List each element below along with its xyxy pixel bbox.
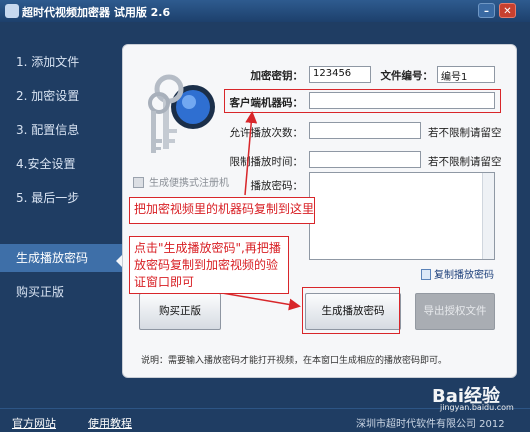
sidebar-item-add-files[interactable]: 1. 添加文件: [0, 48, 122, 76]
time-limit-note: 若不限制请留空: [428, 156, 502, 168]
play-count-note: 若不限制请留空: [428, 127, 502, 139]
sidebar-item-generate-password[interactable]: 生成播放密码: [0, 244, 122, 272]
keys-logo-icon: [148, 74, 215, 153]
app-icon: [5, 4, 19, 18]
copy-password-label: 复制播放密码: [434, 270, 494, 281]
window-title: 超时代视频加密器 试用版 2.6: [22, 6, 171, 19]
sidebar-item-encrypt-settings[interactable]: 2. 加密设置: [0, 82, 122, 110]
copyright: 深圳市超时代软件有限公司 2012: [356, 419, 505, 430]
help-tip: 说明：需要输入播放密码才能打开视频，在本窗口生成相应的播放密码即可。: [141, 356, 448, 366]
sidebar-item-security[interactable]: 4.安全设置: [0, 150, 122, 178]
password-label: 播放密码：: [250, 180, 304, 192]
play-count-label: 允许播放次数：: [229, 127, 304, 139]
file-no-label: 文件编号：: [380, 70, 434, 82]
time-limit-input[interactable]: [309, 151, 421, 168]
key-field[interactable]: 123456: [309, 66, 371, 83]
checkbox-box[interactable]: [133, 177, 144, 188]
machine-code-highlight: [224, 89, 501, 113]
sidebar-item-buy[interactable]: 购买正版: [0, 278, 122, 306]
minimize-button[interactable]: –: [478, 3, 495, 18]
file-no-field[interactable]: 编号1: [437, 66, 495, 83]
watermark-url: jingyan.baidu.com: [440, 403, 514, 412]
portable-keygen-checkbox[interactable]: 生成便携式注册机: [133, 174, 229, 189]
export-license-button[interactable]: 导出授权文件: [415, 293, 495, 330]
time-limit-label: 限制播放时间：: [229, 156, 304, 168]
password-scrollbar[interactable]: [482, 173, 494, 259]
buy-button[interactable]: 购买正版: [139, 293, 221, 330]
portable-keygen-label: 生成便携式注册机: [149, 178, 229, 189]
sidebar-item-config-info[interactable]: 3. 配置信息: [0, 116, 122, 144]
key-label: 加密密钥：: [250, 70, 304, 82]
sidebar: 1. 添加文件 2. 加密设置 3. 配置信息 4.安全设置 5. 最后一步 生…: [0, 22, 122, 408]
close-button[interactable]: ✕: [499, 3, 516, 18]
password-textarea[interactable]: [309, 172, 495, 260]
copy-icon: [421, 269, 431, 280]
copy-password-link[interactable]: 复制播放密码: [421, 266, 494, 281]
official-website-link[interactable]: 官方网站: [12, 415, 56, 431]
generate-button-highlight: [302, 287, 400, 334]
play-count-input[interactable]: [309, 122, 421, 139]
sidebar-item-final-step[interactable]: 5. 最后一步: [0, 184, 122, 212]
annotation-generate-password: 点击"生成播放密码",再把播放密码复制到加密视频的验证窗口即可: [129, 236, 289, 294]
tutorial-link[interactable]: 使用教程: [88, 415, 132, 431]
title-bar: 超时代视频加密器 试用版 2.6 – ✕: [0, 0, 530, 22]
annotation-copy-machine-code: 把加密视频里的机器码复制到这里: [129, 197, 315, 224]
